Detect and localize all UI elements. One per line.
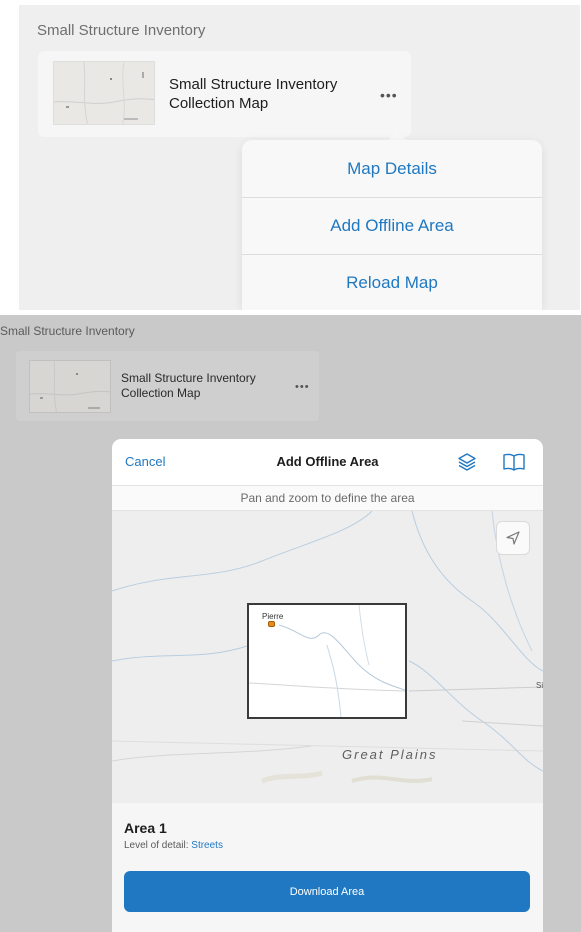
map-thumbnail (29, 360, 111, 413)
download-area-button[interactable]: Download Area (124, 871, 530, 912)
offline-area-map[interactable]: Pierre Si Great Plains (112, 511, 543, 803)
map-thumbnail (53, 61, 155, 125)
top-screen: Small Structure Inventory Small Structur… (19, 5, 580, 310)
section-title: Small Structure Inventory (37, 22, 206, 39)
map-title: Small Structure Inventory Collection Map (169, 76, 338, 112)
level-of-detail-value[interactable]: Streets (191, 840, 223, 851)
map-card[interactable]: Small Structure Inventory Collection Map… (16, 351, 319, 421)
region-label: Great Plains (342, 747, 438, 762)
instruction-bar: Pan and zoom to define the area (112, 485, 543, 511)
area-details-sheet: Area 1 Level of detail: Streets Download… (112, 803, 543, 932)
city-marker-icon (268, 621, 275, 627)
more-horizontal-icon[interactable]: ••• (295, 381, 310, 393)
section-title: Small Structure Inventory (0, 324, 135, 338)
bottom-screen: Small Structure Inventory Small Structur… (0, 315, 581, 932)
menu-item-reload-map[interactable]: Reload Map (242, 254, 542, 310)
map-options-menu: Map Details Add Offline Area Reload Map (242, 140, 542, 310)
layers-icon[interactable] (456, 451, 478, 473)
map-title: Small Structure Inventory Collection Map (121, 371, 256, 400)
city-label: Pierre (262, 612, 284, 621)
level-of-detail-label: Level of detail: (124, 840, 189, 851)
menu-item-map-details[interactable]: Map Details (242, 140, 542, 197)
location-arrow-icon[interactable] (496, 521, 530, 555)
dialog-title: Add Offline Area (276, 454, 379, 469)
dialog-header: Cancel Add Offline Area (112, 439, 543, 485)
level-of-detail-row: Level of detail: Streets (124, 840, 223, 851)
add-offline-area-dialog: Cancel Add Offline Area Pan and zoom to … (112, 439, 543, 932)
area-name: Area 1 (124, 820, 167, 836)
menu-item-add-offline-area[interactable]: Add Offline Area (242, 197, 542, 254)
map-card[interactable]: Small Structure Inventory Collection Map… (38, 51, 411, 137)
more-horizontal-icon[interactable]: ••• (380, 87, 398, 103)
bookmarks-icon[interactable] (502, 451, 526, 473)
map-edge-label: Si (536, 681, 543, 690)
